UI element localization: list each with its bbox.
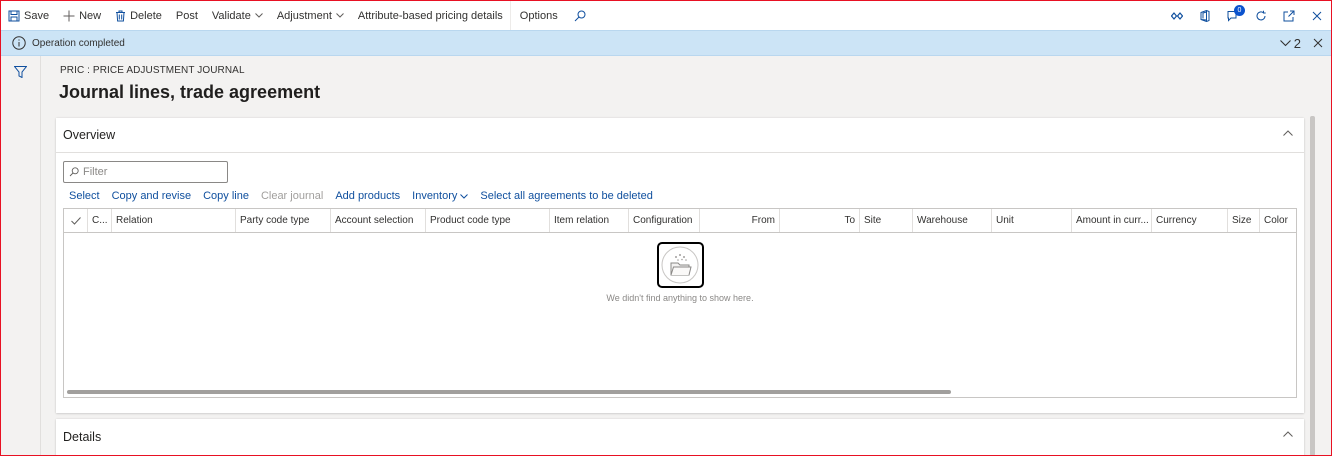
breadcrumb: PRIC : PRICE ADJUSTMENT JOURNAL	[60, 65, 245, 76]
overview-header[interactable]: Overview	[56, 118, 1304, 153]
message-count: 2	[1293, 35, 1301, 51]
chevron-down-icon	[336, 13, 344, 18]
refresh-button[interactable]	[1247, 1, 1275, 30]
grid-action-bar: Select Copy and revise Copy line Clear j…	[63, 188, 659, 204]
pop-out-icon	[1283, 10, 1295, 21]
inventory-menu[interactable]: Inventory	[406, 190, 474, 202]
filter-input[interactable]	[83, 166, 223, 178]
column-header[interactable]: Amount in curr...	[1072, 209, 1152, 232]
inventory-label: Inventory	[412, 190, 458, 202]
column-header[interactable]: Unit	[992, 209, 1072, 232]
column-header[interactable]: C...	[88, 209, 112, 232]
messages-button[interactable]: 0	[1219, 1, 1247, 30]
save-icon	[8, 10, 20, 21]
office-button[interactable]	[1191, 1, 1219, 30]
column-header[interactable]: Size	[1228, 209, 1260, 232]
app-icons: 0	[1163, 1, 1331, 30]
details-section: Details	[56, 419, 1304, 456]
search-icon	[69, 167, 79, 177]
save-label: Save	[24, 9, 50, 22]
power-apps-button[interactable]	[1163, 1, 1191, 30]
notification-badge: 0	[1234, 5, 1245, 16]
chevron-up-icon	[1283, 130, 1293, 136]
chevron-down-icon	[1279, 39, 1291, 46]
column-header[interactable]: Relation	[112, 209, 236, 232]
clear-journal-button[interactable]: Clear journal	[255, 190, 329, 202]
refresh-icon	[1256, 10, 1266, 20]
attribute-pricing-label: Attribute-based pricing details	[357, 9, 503, 22]
delete-button[interactable]: Delete	[108, 1, 169, 30]
filter-pane-toggle[interactable]	[1, 56, 41, 455]
overview-title: Overview	[63, 128, 116, 142]
search-icon	[574, 10, 586, 21]
message-text: Operation completed	[32, 37, 125, 49]
post-label: Post	[175, 9, 198, 22]
filter-field[interactable]	[63, 161, 228, 183]
select-all-delete-button[interactable]: Select all agreements to be deleted	[474, 190, 658, 202]
select-button[interactable]: Select	[63, 190, 106, 202]
column-header[interactable]: Product code type	[426, 209, 550, 232]
empty-folder-icon	[656, 242, 704, 288]
options-tab[interactable]: Options	[511, 1, 567, 30]
diamond-link-icon	[1171, 11, 1183, 20]
column-header[interactable]: Color	[1260, 209, 1295, 232]
delete-label: Delete	[130, 9, 162, 22]
new-label: New	[79, 9, 102, 22]
plus-icon	[63, 10, 75, 21]
chevron-up-icon	[1283, 431, 1293, 437]
post-button[interactable]: Post	[169, 1, 205, 30]
vertical-scrollbar[interactable]	[1310, 116, 1315, 456]
column-header[interactable]: Site	[860, 209, 913, 232]
new-button[interactable]: New	[56, 1, 108, 30]
expand-messages-button[interactable]: 2	[1279, 35, 1301, 51]
message-bar: Operation completed 2	[1, 30, 1331, 56]
chevron-down-icon	[460, 193, 469, 199]
copy-and-revise-button[interactable]: Copy and revise	[106, 190, 198, 202]
search-button[interactable]	[567, 1, 597, 30]
close-button[interactable]	[1303, 1, 1331, 30]
horizontal-scrollbar[interactable]	[67, 390, 951, 394]
column-header[interactable]: Item relation	[550, 209, 629, 232]
message-controls: 2	[1279, 31, 1323, 55]
save-button[interactable]: Save	[1, 1, 56, 30]
journal-lines-grid: C... Relation Party code type Account se…	[63, 208, 1297, 398]
checkmark-icon	[70, 216, 81, 225]
column-header[interactable]: From	[700, 209, 780, 232]
chevron-down-icon	[254, 13, 263, 18]
copy-line-button[interactable]: Copy line	[197, 190, 255, 202]
close-icon[interactable]	[1313, 38, 1323, 48]
trash-icon	[116, 10, 126, 21]
info-icon	[12, 36, 26, 50]
add-products-button[interactable]: Add products	[329, 190, 406, 202]
office-icon	[1200, 9, 1210, 22]
column-header[interactable]: Configuration	[629, 209, 700, 232]
attribute-pricing-button[interactable]: Attribute-based pricing details	[351, 1, 510, 30]
column-header[interactable]: Account selection	[331, 209, 426, 232]
grid-header: C... Relation Party code type Account se…	[64, 209, 1296, 233]
options-label: Options	[519, 9, 558, 22]
column-header[interactable]: Party code type	[236, 209, 331, 232]
select-all-checkbox[interactable]	[64, 209, 88, 232]
open-new-window-button[interactable]	[1275, 1, 1303, 30]
filter-icon	[14, 66, 27, 78]
adjustment-label: Adjustment	[276, 9, 332, 22]
overview-section: Overview Select Copy and revise Copy lin…	[56, 118, 1304, 413]
empty-state: We didn't find anything to show here.	[64, 242, 1296, 303]
adjustment-menu[interactable]: Adjustment	[270, 1, 351, 30]
action-bar: Save New Delete Post Validate Adjustment…	[1, 1, 1331, 30]
validate-label: Validate	[211, 9, 251, 22]
empty-message: We didn't find anything to show here.	[606, 293, 754, 303]
validate-menu[interactable]: Validate	[205, 1, 270, 30]
column-header[interactable]: To	[780, 209, 860, 232]
column-header[interactable]: Currency	[1152, 209, 1228, 232]
column-header[interactable]: Warehouse	[913, 209, 992, 232]
close-icon	[1312, 11, 1322, 20]
details-title: Details	[63, 429, 102, 444]
page-title: Journal lines, trade agreement	[59, 82, 321, 102]
details-header[interactable]: Details	[56, 419, 1304, 454]
